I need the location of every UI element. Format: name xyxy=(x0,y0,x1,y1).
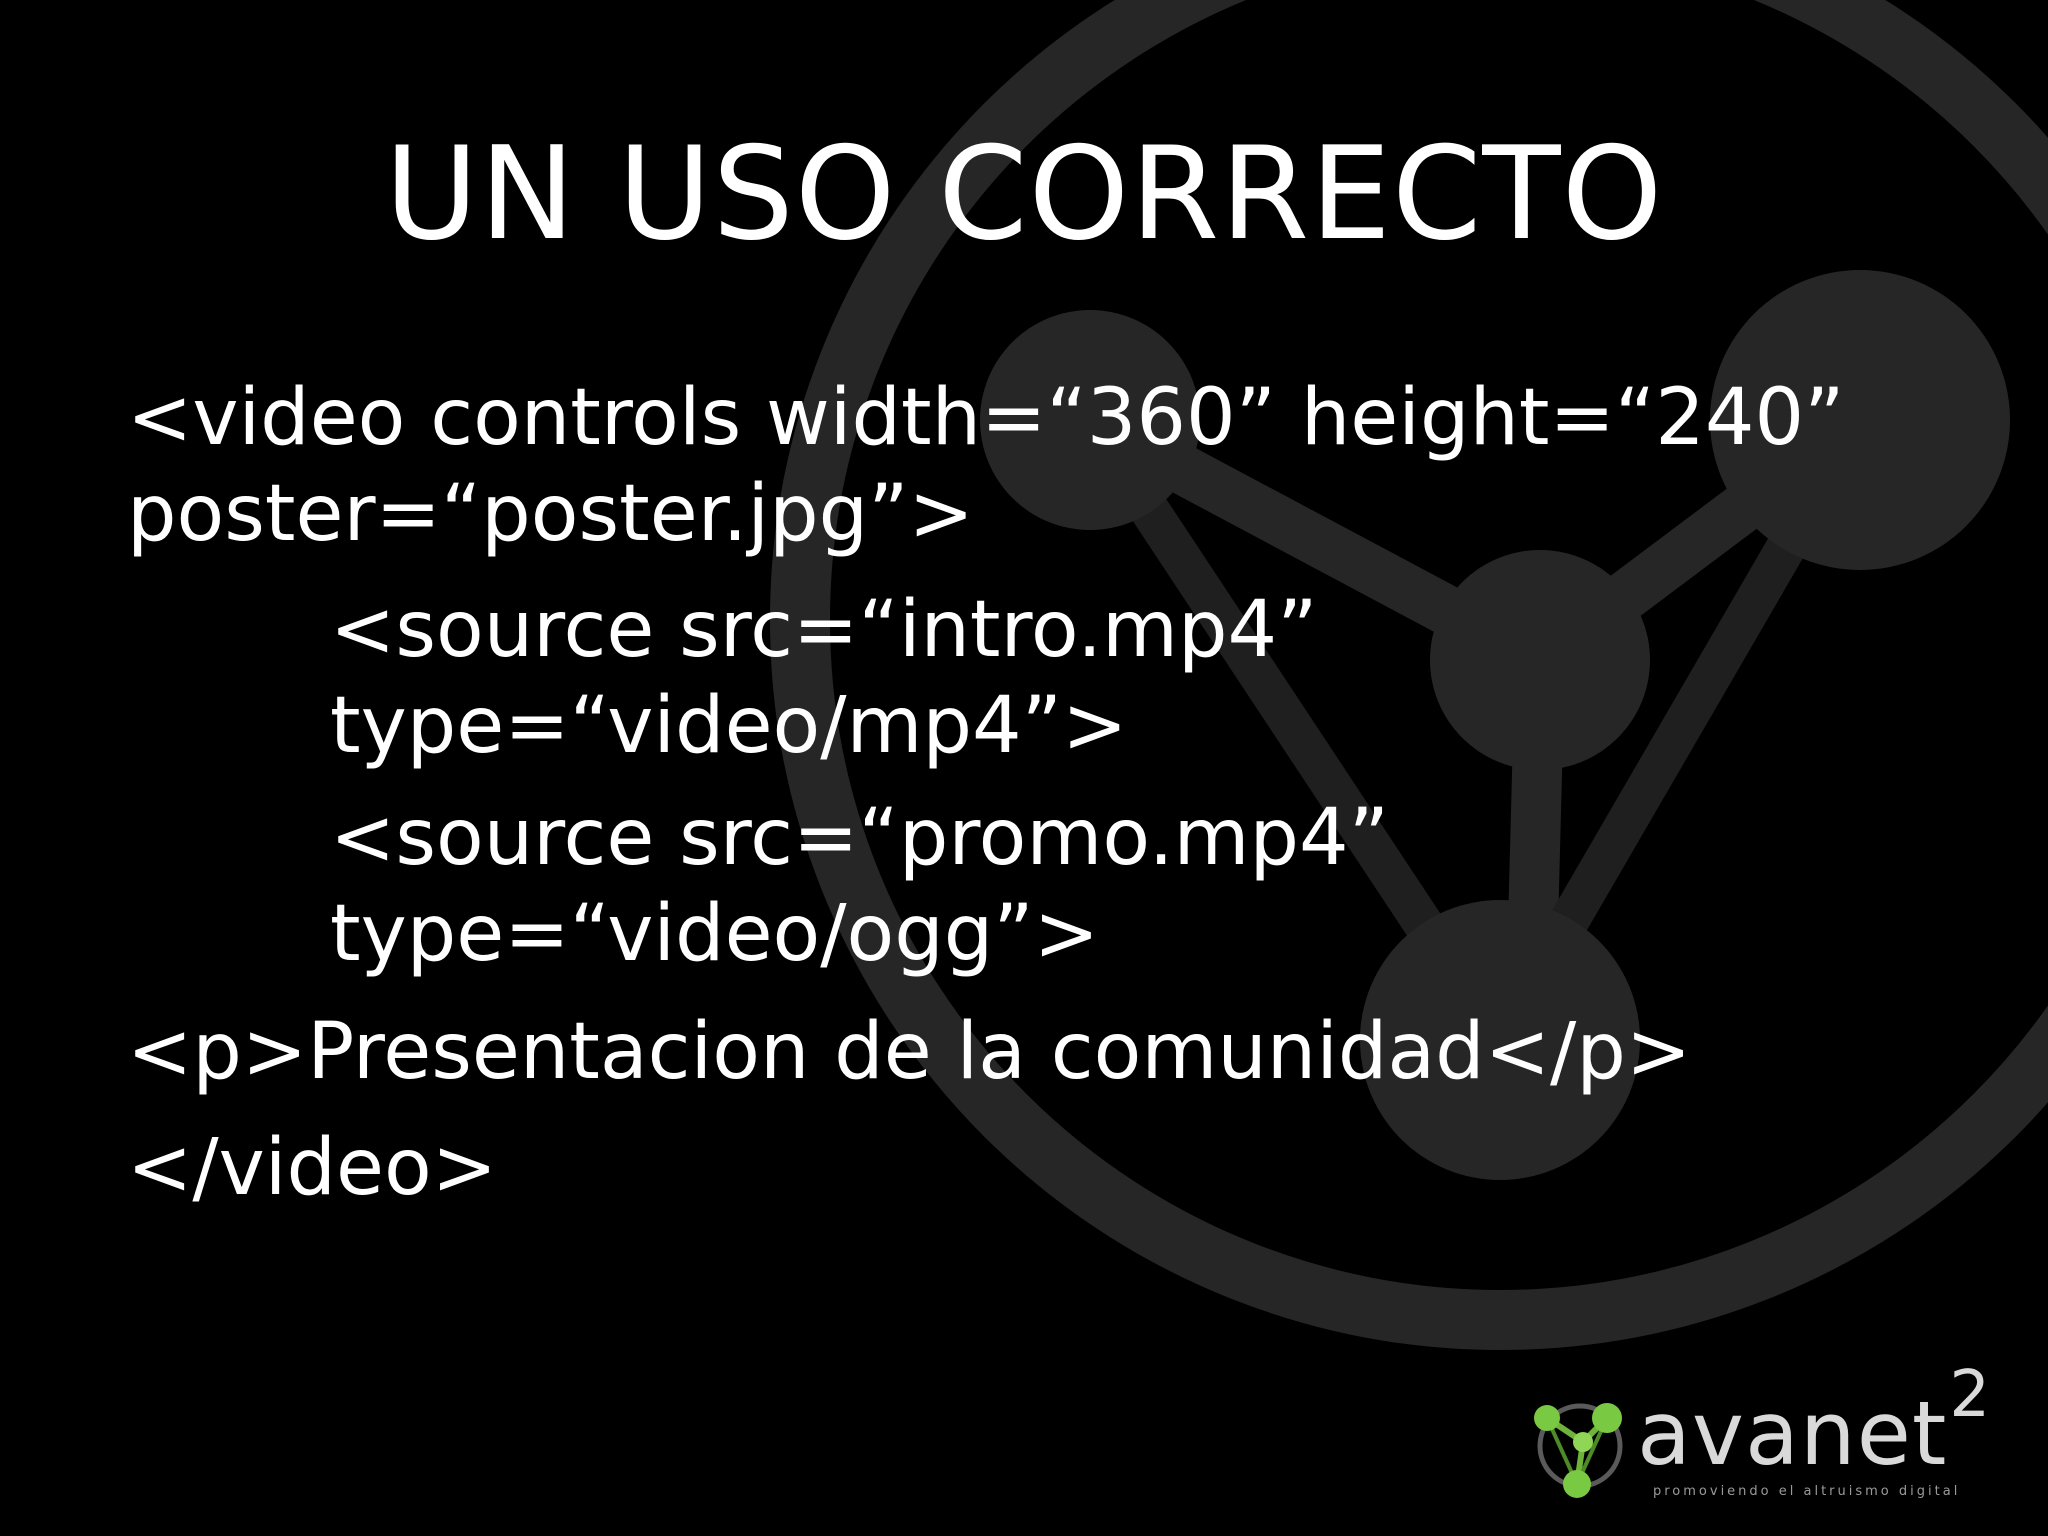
logo-tagline: promoviendo el altruismo digital xyxy=(1653,1484,1961,1499)
code-line-type-ogg: type=“video/ogg”> xyxy=(330,889,1100,979)
code-line-poster: poster=“poster.jpg”> xyxy=(127,469,974,559)
avanet-logo: avanet2 promoviendo el altruismo digital xyxy=(1525,1363,1990,1510)
code-line-paragraph: <p>Presentacion de la comunidad</p> xyxy=(127,1007,1692,1097)
avanet-logo-icon xyxy=(1534,1403,1623,1498)
slide: UN USO CORRECTO <video controls width=“3… xyxy=(0,0,2048,1536)
code-line-type-mp4: type=“video/mp4”> xyxy=(330,681,1128,771)
logo-wordmark: avanet2 xyxy=(1637,1363,1991,1485)
code-line-source-intro: <source src=“intro.mp4” xyxy=(330,585,1318,675)
code-line-video-close: </video> xyxy=(127,1123,498,1213)
logo-word: avanet xyxy=(1637,1382,1948,1485)
code-line-video-open: <video controls width=“360” height=“240” xyxy=(127,373,1845,463)
code-line-source-promo: <source src=“promo.mp4” xyxy=(330,793,1390,883)
slide-title: UN USO CORRECTO xyxy=(384,120,1664,269)
logo-superscript: 2 xyxy=(1949,1357,1992,1432)
